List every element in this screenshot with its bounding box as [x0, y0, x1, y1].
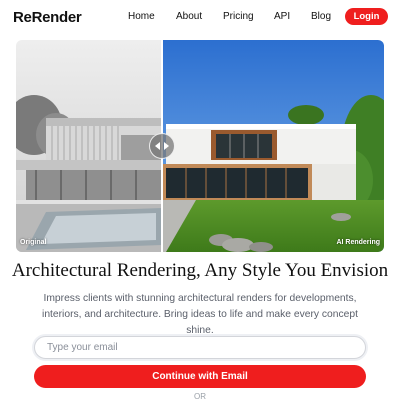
nav-link-about[interactable]: About: [176, 11, 202, 22]
or-divider: OR: [194, 392, 206, 400]
nav-link-blog[interactable]: Blog: [311, 11, 331, 22]
page-headline: Architectural Rendering, Any Style You E…: [11, 260, 389, 281]
compare-slider-handle[interactable]: [149, 133, 175, 159]
top-nav: ReRender Home About Pricing API Blog Log…: [0, 0, 400, 34]
nav-link-pricing[interactable]: Pricing: [223, 11, 254, 22]
login-button[interactable]: Login: [345, 8, 388, 25]
original-label: Original: [20, 239, 47, 246]
email-input[interactable]: [34, 336, 366, 359]
comparison-image: [16, 40, 384, 252]
hero-description: Impress clients with stunning architectu…: [42, 293, 358, 336]
before-after-comparison[interactable]: Original AI Rendering: [16, 40, 384, 252]
ai-rendering-label: AI Rendering: [336, 239, 380, 246]
logo[interactable]: ReRender: [13, 9, 82, 26]
nav-link-api[interactable]: API: [274, 11, 290, 22]
continue-with-email-button[interactable]: Continue with Email: [34, 365, 366, 388]
nav-link-home[interactable]: Home: [128, 11, 155, 22]
left-right-arrows-icon: [155, 142, 169, 150]
